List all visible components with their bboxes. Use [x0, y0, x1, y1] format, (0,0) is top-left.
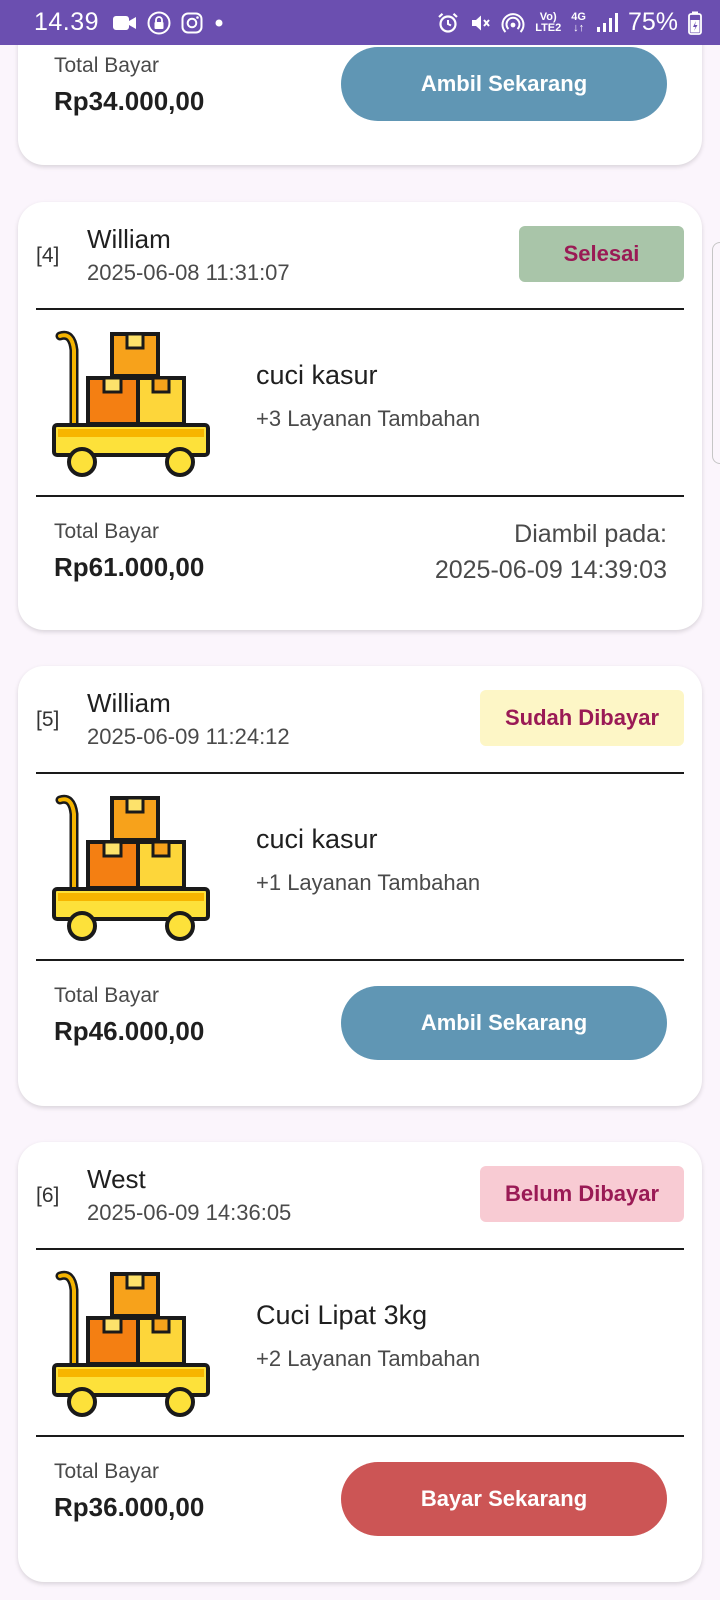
clock: 14.39 — [34, 8, 100, 36]
order-body: cuci kasur +3 Layanan Tambahan — [18, 310, 702, 496]
alarm-icon — [437, 12, 459, 34]
order-footer: Total Bayar Rp61.000,00 Diambil pada: 20… — [18, 496, 702, 626]
signal-icon — [596, 12, 618, 33]
total-value: Rp36.000,00 — [54, 1492, 205, 1522]
order-header: [5] William 2025-06-09 11:24:12 Sudah Di… — [18, 666, 702, 774]
order-number: [5] — [36, 708, 60, 731]
pay-now-button[interactable]: Bayar Sekarang — [341, 1462, 667, 1536]
total-label: Total Bayar — [54, 520, 160, 543]
total-label: Total Bayar — [54, 984, 160, 1007]
status-bar: 14.39 Vo) LTE2 4G ↓↑ 75% — [0, 0, 720, 45]
video-camera-icon — [113, 14, 137, 32]
status-badge: Sudah Dibayar — [480, 690, 684, 746]
service-name: cuci kasur — [256, 824, 378, 854]
total-value: Rp61.000,00 — [54, 552, 205, 582]
total-value: Rp46.000,00 — [54, 1016, 205, 1046]
mute-icon — [469, 12, 491, 34]
battery-icon — [688, 11, 702, 35]
pickup-now-button[interactable]: Ambil Sekarang — [341, 986, 667, 1060]
customer-name: William — [87, 224, 171, 254]
pickup-now-button[interactable]: Ambil Sekarang — [341, 47, 667, 121]
order-footer: Total Bayar Rp36.000,00 Bayar Sekarang — [18, 1436, 702, 1566]
4g-icon: 4G ↓↑ — [571, 10, 586, 34]
service-name: cuci kasur — [256, 360, 378, 390]
edge-panel-handle[interactable] — [712, 242, 720, 464]
volte-icon: Vo) LTE2 — [535, 10, 562, 34]
order-body: Cuci Lipat 3kg +2 Layanan Tambahan — [18, 1250, 702, 1436]
order-header: [4] William 2025-06-08 11:31:07 Selesai — [18, 202, 702, 310]
order-date: 2025-06-09 11:24:12 — [87, 724, 290, 749]
battery-level: 75% — [627, 8, 678, 36]
order-body: cuci kasur +1 Layanan Tambahan — [18, 774, 702, 960]
addons-count: +1 Layanan Tambahan — [256, 870, 481, 895]
dot-icon — [213, 17, 225, 29]
laundry-cart-icon — [52, 1270, 212, 1420]
laundry-cart-icon — [52, 794, 212, 944]
order-header: [6] West 2025-06-09 14:36:05 Belum Dibay… — [18, 1142, 702, 1250]
customer-name: William — [87, 688, 171, 718]
order-card[interactable]: [6] West 2025-06-09 14:36:05 Belum Dibay… — [18, 1142, 702, 1582]
status-badge: Belum Dibayar — [480, 1166, 684, 1222]
order-card[interactable]: [5] William 2025-06-09 11:24:12 Sudah Di… — [18, 666, 702, 1106]
order-number: [4] — [36, 244, 60, 267]
order-number: [6] — [36, 1184, 60, 1207]
total-label: Total Bayar — [54, 1460, 160, 1483]
order-date: 2025-06-08 11:31:07 — [87, 260, 290, 285]
total-label: Total Bayar — [54, 54, 160, 77]
customer-name: West — [87, 1164, 146, 1194]
service-name: Cuci Lipat 3kg — [256, 1300, 428, 1330]
status-badge: Selesai — [519, 226, 684, 282]
order-date: 2025-06-09 14:36:05 — [87, 1200, 292, 1225]
lock-icon — [147, 11, 171, 35]
addons-count: +3 Layanan Tambahan — [256, 406, 481, 431]
total-value: Rp34.000,00 — [54, 86, 205, 116]
addons-count: +2 Layanan Tambahan — [256, 1346, 481, 1371]
order-footer: Total Bayar Rp46.000,00 Ambil Sekarang — [18, 960, 702, 1090]
instagram-icon — [181, 12, 203, 34]
laundry-cart-icon — [52, 330, 212, 480]
pickup-label: Diambil pada: — [514, 520, 667, 548]
hotspot-icon — [501, 12, 525, 34]
pickup-time: 2025-06-09 14:39:03 — [434, 556, 667, 584]
order-card[interactable]: [4] William 2025-06-08 11:31:07 Selesai … — [18, 202, 702, 630]
